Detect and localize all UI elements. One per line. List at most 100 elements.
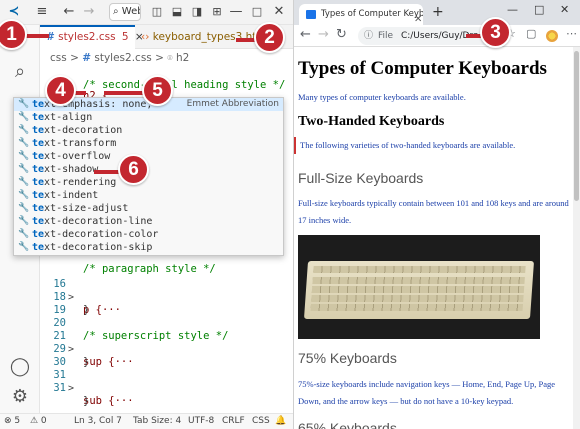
suggestion-match: te (32, 99, 45, 110)
page-paragraph: 75%-size keyboards include navigation ke… (298, 379, 556, 406)
wrench-icon: 🔧 (18, 216, 30, 226)
breadcrumb-folder[interactable]: css (50, 52, 67, 64)
tab-styles2-css[interactable]: # styles2.css 5 × (40, 25, 144, 49)
errors-count[interactable]: ⊗ 5 (4, 414, 20, 429)
status-bar: ⊗ 5 ⚠ 0 Ln 3, Col 7 Tab Size: 4 UTF-8 CR… (0, 413, 293, 429)
wrench-icon: 🔧 (18, 190, 30, 200)
encoding[interactable]: UTF-8 (188, 414, 214, 429)
breadcrumb-separator: > (70, 52, 79, 64)
page-paragraph: The following varieties of two-handed ke… (294, 137, 566, 154)
suggestion-label: xt-decoration-skip (44, 242, 153, 253)
toggle-sidebar-icon[interactable]: ◫ (150, 3, 164, 21)
code-line: 19 (40, 291, 293, 316)
browser-toolbar: ← → ↻ ⓘ File C:/Users/Guy/Dro ☆ ▢ ⋯ (294, 25, 580, 47)
suggestion-item[interactable]: 🔧 text-transform (14, 137, 283, 150)
minimize-icon[interactable]: — (507, 3, 518, 16)
suggestion-item[interactable]: 🔧 text-size-adjust (14, 202, 283, 215)
callout-badge-3: 3 (480, 17, 511, 48)
wrench-icon: 🔧 (18, 99, 30, 109)
code-line: 16 > p {··· (40, 265, 293, 316)
suggestion-label: xt-decoration-color (44, 229, 159, 240)
suggestion-item[interactable]: 🔧 text-decoration (14, 124, 283, 137)
suggestion-match: te (32, 151, 45, 162)
breadcrumb-selector[interactable]: h2 (176, 52, 189, 64)
suggestion-item[interactable]: 🔧 text-decoration-skip (14, 241, 283, 254)
callout-pointer (104, 91, 146, 95)
browser-tab-strip: Types of Computer Keyboards ✕ + — □ ✕ (294, 0, 580, 25)
tab-size[interactable]: Tab Size: 4 (133, 414, 181, 429)
suggestion-match: te (32, 242, 45, 253)
breadcrumb-separator: > (155, 52, 164, 64)
code-line: 29 } (40, 330, 293, 368)
menu-icon[interactable]: ≡ (34, 3, 50, 21)
back-icon[interactable]: ← (300, 27, 311, 42)
cursor-position[interactable]: Ln 3, Col 7 (74, 414, 122, 429)
line-ending[interactable]: CRLF (222, 414, 245, 429)
suggestion-label: xt-transform (44, 138, 117, 149)
suggestion-match: te (32, 177, 45, 188)
suggestion-item[interactable]: 🔧 text-indent (14, 189, 283, 202)
new-tab-icon[interactable]: + (432, 4, 444, 20)
search-icon[interactable]: ⌕ (8, 60, 32, 84)
breadcrumb: css > # styles2.css > ⌾ h2 (40, 49, 293, 67)
wrench-icon: 🔧 (18, 125, 30, 135)
customize-layout-icon[interactable]: ⊞ (210, 3, 224, 21)
profile-avatar-icon[interactable] (546, 30, 558, 42)
suggestion-match: te (32, 138, 45, 149)
suggestion-match: te (32, 190, 45, 201)
problems-count: 5 (121, 31, 129, 43)
page-heading-3: 75% Keyboards (298, 350, 397, 366)
minimize-icon[interactable]: — (229, 3, 243, 21)
maximize-icon[interactable]: □ (250, 3, 264, 21)
page-heading-2: Two-Handed Keyboards (298, 114, 445, 129)
code-line: 30 (40, 343, 293, 368)
forward-icon[interactable]: → (318, 27, 329, 42)
page-paragraph: Full-size keyboards typically contain be… (298, 198, 569, 225)
language-mode[interactable]: CSS (252, 414, 270, 429)
suggestion-label: xt-align (44, 112, 93, 123)
notifications-icon[interactable]: 🔔 (275, 414, 286, 429)
css-file-icon: # (82, 52, 92, 64)
page-scrollbar[interactable] (573, 47, 580, 429)
back-icon[interactable]: ← (62, 3, 76, 21)
close-window-icon[interactable]: ✕ (272, 3, 286, 21)
wrench-icon: 🔧 (18, 229, 30, 239)
keyboard-photo (298, 235, 540, 339)
suggestion-match: te (32, 216, 45, 227)
suggestion-match: te (32, 112, 45, 123)
reload-icon[interactable]: ↻ (336, 27, 347, 42)
command-center-search[interactable]: ⌕ Web… (109, 3, 141, 21)
wrench-icon: 🔧 (18, 203, 30, 213)
suggestion-item[interactable]: 🔧 text-decoration-line (14, 215, 283, 228)
suggestion-match: te (32, 125, 45, 136)
maximize-icon[interactable]: □ (534, 3, 544, 16)
tab-close-icon[interactable]: ✕ (414, 9, 422, 25)
toggle-panel-icon[interactable]: ⬓ (170, 3, 184, 21)
page-heading-1: Types of Computer Keyboards (298, 58, 547, 79)
browser-menu-icon[interactable]: ⋯ (566, 27, 577, 40)
web-page-content: Types of Computer Keyboards Many types o… (294, 47, 574, 429)
suggestion-match: te (32, 229, 45, 240)
breadcrumb-file[interactable]: styles2.css (94, 52, 151, 64)
address-scheme-label: File (378, 31, 394, 41)
scrollbar-thumb[interactable] (574, 51, 579, 201)
suggestion-item[interactable]: 🔧 text-align (14, 111, 283, 124)
toggle-secondary-sidebar-icon[interactable]: ◨ (190, 3, 204, 21)
keyboard-image (303, 261, 535, 319)
suggestion-label: xt-decoration (44, 125, 123, 136)
split-screen-icon[interactable]: ▢ (526, 27, 536, 40)
warnings-count[interactable]: ⚠ 0 (30, 414, 47, 429)
suggestion-label: xt-decoration-line (44, 216, 153, 227)
settings-gear-icon[interactable]: ⚙ (8, 385, 32, 409)
suggestion-item[interactable]: 🔧 text-overflow (14, 150, 283, 163)
account-icon[interactable]: ◯ (8, 355, 32, 379)
wrench-icon: 🔧 (18, 151, 30, 161)
close-window-icon[interactable]: ✕ (560, 3, 569, 16)
browser-tab[interactable]: Types of Computer Keyboards ✕ (299, 4, 423, 25)
suggestion-item[interactable]: 🔧 text-decoration-color (14, 228, 283, 241)
suggestion-label: xt-shadow (44, 164, 99, 175)
page-paragraph: Many types of computer keyboards are ava… (298, 92, 466, 102)
suggestion-item[interactable]: 🔧 text-rendering (14, 176, 283, 189)
callout-badge-5: 5 (142, 75, 173, 106)
forward-icon[interactable]: → (82, 3, 96, 21)
